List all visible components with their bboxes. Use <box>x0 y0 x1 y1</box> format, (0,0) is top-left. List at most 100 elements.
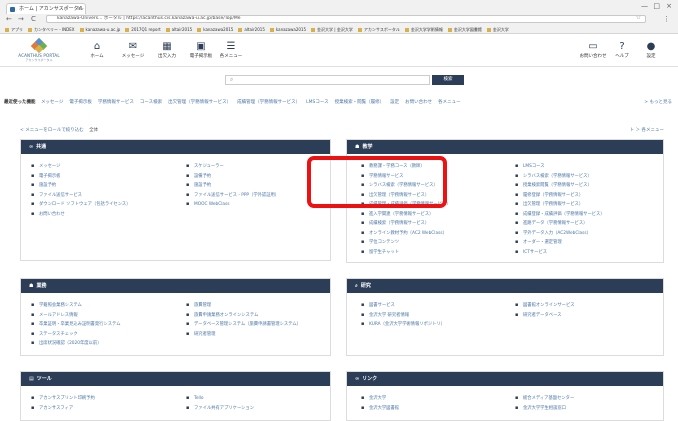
panel-link-item[interactable]: ▪ 出席状況確認（2020年度以前） <box>31 339 121 349</box>
panel-link-item[interactable]: ▪ LMSコース <box>515 162 605 172</box>
panel-link-item[interactable]: ▪ 出欠管理（学務情報サービス） <box>515 200 605 210</box>
panel-link-label: 研究者管理 <box>194 331 216 337</box>
contact-button[interactable]: ▭ お問い合わせ <box>578 41 608 59</box>
panel-link-item[interactable]: ▪ 研究者データベース <box>515 311 575 321</box>
panel-link-item[interactable]: ▪ 金沢大学 研究者情報 <box>361 311 445 321</box>
panel-link-item[interactable]: ▪ 履修登録（学務情報サービス） <box>515 191 605 201</box>
nav-item-4[interactable]: ☰ 各メニュー <box>216 41 246 59</box>
panel-link-item[interactable]: ▪ メールアドレス情報 <box>31 311 121 321</box>
panel-link-item[interactable]: ▪ スケジューラー <box>186 162 279 172</box>
menu-filter-link[interactable]: < メニューをロールで絞り込む <box>20 128 84 133</box>
bookmark-item[interactable]: 金沢大学 | 金沢大学 <box>311 25 353 34</box>
panel-link-item[interactable]: ▪ 成績登録・成績評価（学務情報サービス） <box>515 210 605 220</box>
panel-link-item[interactable]: ▪ 金沢大学図書館 <box>361 404 399 414</box>
panel-link-item[interactable]: ▪ アカンサスプリント印刷予約 <box>31 394 95 404</box>
nav-item-3[interactable]: ▣ 電子掲示板 <box>186 41 216 59</box>
panel-link-item[interactable]: ▪ 金沢大学学生相談窓口 <box>515 404 574 414</box>
nav-item-2[interactable]: ▦ 出欠入力 <box>152 41 182 59</box>
panel-link-item[interactable]: ▪ 施設予約 <box>186 181 279 191</box>
forward-button[interactable]: → <box>18 14 24 24</box>
panel-link-item[interactable]: ▪ 研究者管理 <box>186 330 301 340</box>
recent-link[interactable]: 授業検索・閲覧（履修） <box>335 100 385 105</box>
bookmark-item[interactable]: 2017Q1 report <box>125 25 160 34</box>
panel-academic-title: 教学 <box>362 144 373 150</box>
recent-link[interactable]: 学務情報サービス <box>98 100 134 105</box>
panel-link-item[interactable]: ▪ KURA（金沢大学学術情報リポジトリ） <box>361 320 445 330</box>
panel-link-item[interactable]: ▪ データベース管理システム（旅費申請書管理システム） <box>186 320 301 330</box>
bookmark-item[interactable]: 金沢大学図書館 <box>448 25 482 34</box>
panel-link-item[interactable]: ▪ 進入学関連（学務情報サービス） <box>361 210 451 220</box>
panel-link-item[interactable]: ▪ ICTサービス <box>515 248 605 258</box>
close-window-button[interactable]: × <box>666 2 672 10</box>
panel-link-item[interactable]: ▪ 総合メディア基盤センター <box>515 394 574 404</box>
panel-link-item[interactable]: ▪ 旅費管理 <box>186 301 301 311</box>
panel-link-item[interactable]: ▪ 学外データ入力（AC2WebClass） <box>515 229 605 239</box>
search-input[interactable]: ⌕ <box>225 75 430 85</box>
panel-link-item[interactable]: ▪ 金沢大学 <box>361 394 399 404</box>
panel-link-item[interactable]: ▪ お問い合わせ <box>31 210 131 220</box>
bookmark-item[interactable]: 金沢大学学術情報 <box>405 25 443 34</box>
recent-link[interactable]: 電子掲示板 <box>69 100 92 105</box>
panel-link-item[interactable]: ▪ 成績検索（学務情報サービス） <box>361 219 451 229</box>
panel-link-item[interactable]: ▪ Tello <box>186 394 254 404</box>
panel-link-item[interactable]: ▪ ファイル送信サービス <box>31 191 131 201</box>
recent-link[interactable]: LMSコース <box>306 100 329 105</box>
panel-link-item[interactable]: ▪ 卒業証明・卒業見込み証明書発行システム <box>31 320 121 330</box>
panel-link-item[interactable]: ▪ 進路データ（学務情報サービス） <box>515 219 605 229</box>
panel-link-item[interactable]: ▪ 図書館オンラインサービス <box>515 301 575 311</box>
recent-link[interactable]: 設定 <box>390 100 399 105</box>
address-bar[interactable]: kanazawa-Univers... ポータル | https://acant… <box>46 15 646 23</box>
recent-link[interactable]: 各メニュー <box>438 100 461 105</box>
nav-item-1[interactable]: ✉ メッセージ <box>118 41 148 59</box>
bookmark-item[interactable]: アカンサスポータル <box>358 25 400 34</box>
panel-link-item[interactable]: ▪ メッセージ <box>31 162 131 172</box>
portal-logo[interactable]: ACANTHUS PORTAL アカンサスポータル <box>14 37 64 62</box>
panel-link-item[interactable]: ▪ オーダー・選定管理 <box>515 238 605 248</box>
maximize-button[interactable]: □ <box>653 2 660 10</box>
panel-link-item[interactable]: ▪ 旅費申請業務オンラインシステム <box>186 311 301 321</box>
back-button[interactable]: ← <box>6 14 12 24</box>
reload-button[interactable]: C <box>31 14 36 24</box>
panel-link-item[interactable]: ▪ 設備予約 <box>186 172 279 182</box>
all-menu-link[interactable]: ト ＞ 各メニュー <box>630 127 664 133</box>
panel-link-item[interactable]: ▪ 学籍照会業務システム <box>31 301 121 311</box>
panel-link-item[interactable]: ▪ 施設予約 <box>31 181 131 191</box>
panel-link-item[interactable]: ▪ 図書サービス <box>361 301 445 311</box>
nav-item-0[interactable]: ⌂ ホーム <box>82 41 112 59</box>
panel-link-item[interactable]: ▪ ステータスチェック <box>31 330 121 340</box>
help-button[interactable]: ? ヘルプ <box>607 41 637 59</box>
recent-link[interactable]: お問い合わせ <box>405 100 432 105</box>
bookmark-star-icon[interactable]: ☆ <box>636 16 641 21</box>
minimize-button[interactable]: — <box>641 2 648 10</box>
recent-link[interactable]: 成績管理（学務情報サービス） <box>237 100 300 105</box>
bookmark-item[interactable]: altair2015 <box>238 25 265 34</box>
bookmark-item[interactable]: kanazawa-u.ac.jp <box>80 25 121 34</box>
panel-link-item[interactable]: ▪ ファイル共有アプリケーション <box>186 404 254 414</box>
settings-button[interactable]: ● 設定 <box>636 41 666 59</box>
panel-link-item[interactable]: ▪ MOOC WebClass <box>186 200 279 210</box>
panel-link-item[interactable]: ▪ シラバス検索（学務情報サービス） <box>515 172 605 182</box>
bookmark-item[interactable]: カンタベリー - INDEX <box>28 25 75 34</box>
recent-link[interactable]: 出欠管理（学務情報サービス） <box>168 100 231 105</box>
bookmark-item[interactable]: アプリ <box>5 25 23 34</box>
recent-link[interactable]: メッセージ <box>41 100 63 105</box>
bookmark-item[interactable]: altair2015 <box>166 25 193 34</box>
panel-link-item[interactable]: ▪ 留学生チャット <box>361 248 451 258</box>
bookmark-item[interactable]: 金沢大学 <box>487 25 509 34</box>
browser-menu-icon[interactable]: ⋮ <box>663 14 670 24</box>
recent-more-link[interactable]: > もっと見る <box>644 98 672 108</box>
search-button[interactable]: 検索 <box>432 75 464 85</box>
panel-link-item[interactable]: ▪ ファイル送信サービス - PPP（学外認証用） <box>186 191 279 201</box>
panel-link-item[interactable]: ▪ アカンサスフィア <box>31 404 95 414</box>
panel-link-item[interactable]: ▪ ダウンロード ソフトウェア（包括ライセンス） <box>31 200 131 210</box>
tab-close-icon[interactable]: × <box>77 4 82 14</box>
bookmark-item[interactable]: kanazawa2015 <box>270 25 306 34</box>
recent-link[interactable]: コース検索 <box>140 100 162 105</box>
browser-tab[interactable]: ホーム | アカンサスポータル × <box>6 3 86 14</box>
panel-link-item[interactable]: ▪ オンライン教材予約（AC2 WebClass） <box>361 229 451 239</box>
bookmark-item[interactable]: kanazawa2015 <box>197 25 233 34</box>
panel-link-item[interactable]: ▪ 学位コンテンツ <box>361 238 451 248</box>
panel-link-item[interactable]: ▪ 電子掲示板 <box>31 172 131 182</box>
panel-link-item[interactable]: ▪ 授業検索閲覧（学務情報サービス） <box>515 181 605 191</box>
nav-label: 電子掲示板 <box>189 54 213 59</box>
